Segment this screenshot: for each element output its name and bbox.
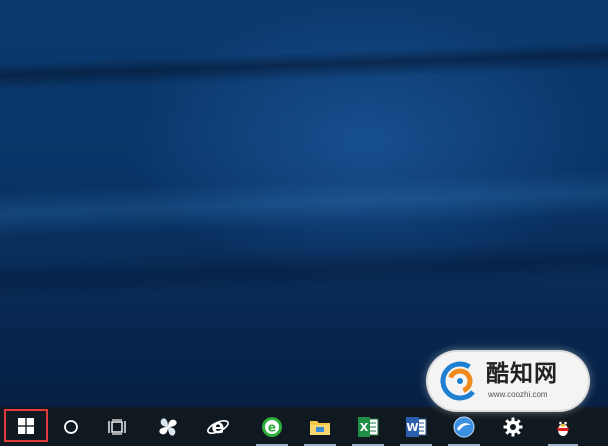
watermark-brand: 酷知网 [486, 361, 558, 387]
watermark-url: www.coozhi.com [488, 390, 548, 399]
word-icon: W [406, 416, 427, 437]
pinned-app-1[interactable] [148, 407, 188, 446]
settings-button[interactable] [494, 407, 532, 446]
green-browser-button[interactable]: e [252, 407, 292, 446]
green-e-browser-icon: e [262, 416, 282, 437]
svg-text:e: e [268, 420, 276, 434]
excel-button[interactable]: X [348, 407, 388, 446]
pinwheel-app-icon [159, 417, 177, 436]
coozhi-logo-icon [440, 361, 480, 401]
penguin-icon [556, 419, 570, 436]
wallpaper-light-beam [0, 168, 608, 238]
svg-text:e: e [212, 416, 225, 438]
svg-text:W: W [406, 421, 418, 434]
internet-explorer-icon: e [207, 416, 229, 438]
start-button[interactable] [4, 409, 48, 442]
wallpaper-dark-beam-lower [0, 238, 608, 302]
wallpaper-dark-beam [0, 40, 608, 92]
windows-logo-icon [18, 417, 34, 434]
excel-icon: X [358, 416, 379, 437]
coozhi-watermark: 酷知网 www.coozhi.com [428, 352, 588, 410]
qq-button[interactable] [544, 407, 582, 446]
taskbar: e e X W [0, 407, 608, 446]
sogou-browser-icon [453, 416, 475, 437]
sogou-browser-button[interactable] [444, 407, 484, 446]
file-explorer-button[interactable] [300, 407, 340, 446]
circle-icon [64, 419, 78, 434]
task-view-button[interactable] [98, 407, 136, 446]
desktop-wallpaper [0, 0, 608, 407]
internet-explorer-button[interactable]: e [198, 407, 238, 446]
gear-icon [503, 417, 523, 436]
folder-icon [310, 420, 330, 435]
search-button[interactable] [52, 407, 90, 446]
task-view-icon [108, 418, 126, 435]
word-button[interactable]: W [396, 407, 436, 446]
svg-text:X: X [360, 421, 369, 434]
